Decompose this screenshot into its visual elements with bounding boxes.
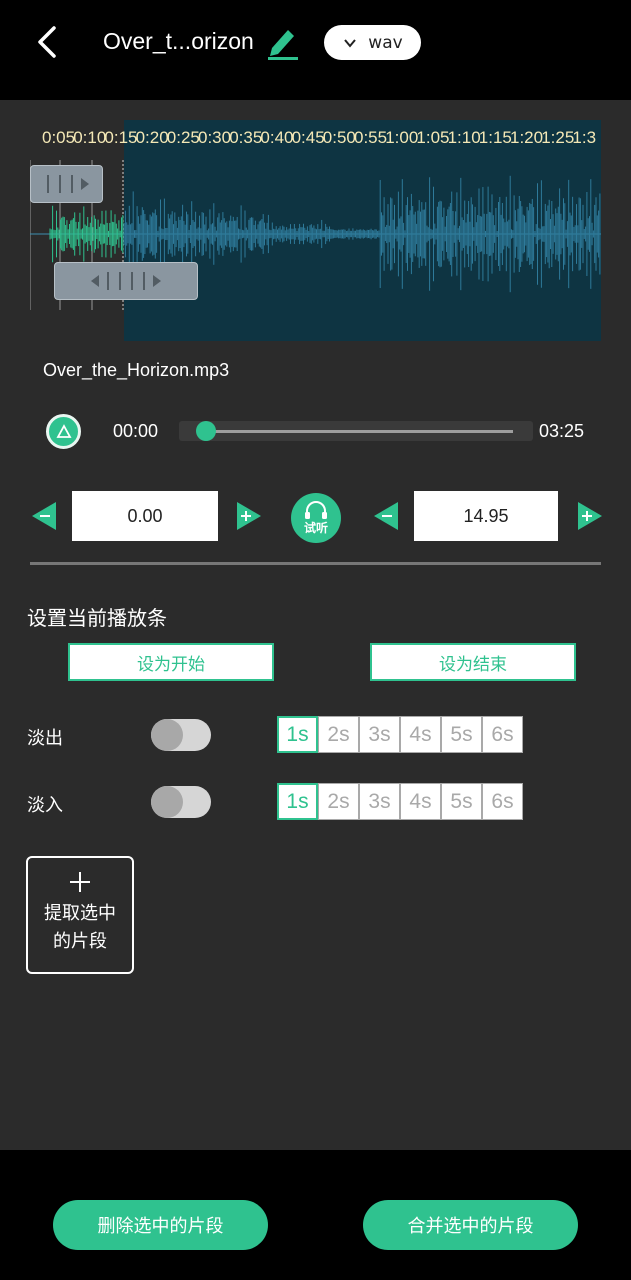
fade-out-label: 淡出 <box>27 728 63 749</box>
time-tick: 0:20 <box>135 128 169 147</box>
start-handle[interactable] <box>30 165 103 203</box>
set-start-button[interactable]: 设为开始 <box>68 643 274 681</box>
back-arrow-icon[interactable] <box>30 22 70 62</box>
triangle-right-icon <box>80 178 89 190</box>
format-value: wav <box>368 32 403 53</box>
fade-in-toggle[interactable] <box>151 786 211 818</box>
chevron-down-icon <box>344 38 357 48</box>
toggle-knob <box>151 786 183 818</box>
triangle-left-icon <box>91 275 99 287</box>
fade-out-toggle[interactable] <box>151 719 211 751</box>
end-decrease-button[interactable] <box>372 501 402 531</box>
play-icon <box>55 423 72 438</box>
total-time: 03:25 <box>539 421 585 441</box>
time-tick: 0:10 <box>73 128 107 147</box>
fade-out-4s[interactable]: 4s <box>400 716 441 753</box>
fade-in-2s[interactable]: 2s <box>318 783 359 820</box>
time-tick: 0:25 <box>166 128 200 147</box>
current-time: 00:00 <box>113 421 159 441</box>
time-tick: 1:25 <box>541 128 575 147</box>
fade-in-3s[interactable]: 3s <box>359 783 400 820</box>
divider <box>30 562 601 565</box>
section-title: 设置当前播放条 <box>27 606 167 630</box>
pencil-icon[interactable] <box>264 22 302 62</box>
triangle-right-icon <box>153 275 161 287</box>
fade-out-1s[interactable]: 1s <box>277 716 318 753</box>
start-increase-button[interactable] <box>233 501 263 531</box>
time-tick: 1:3 <box>572 128 597 147</box>
time-tick: 1:15 <box>478 128 512 147</box>
seek-track <box>199 430 513 433</box>
file-title: Over_t...orizon <box>103 28 254 54</box>
merge-selection-button[interactable]: 合并选中的片段 <box>363 1200 578 1250</box>
time-tick: 0:55 <box>354 128 388 147</box>
listen-button[interactable]: 试听 <box>291 493 341 543</box>
time-tick: 0:40 <box>260 128 294 147</box>
time-tick: 0:05 <box>42 128 76 147</box>
time-tick: 0:35 <box>229 128 263 147</box>
time-tick: 0:45 <box>291 128 325 147</box>
set-end-button[interactable]: 设为结束 <box>370 643 576 681</box>
delete-selection-button[interactable]: 删除选中的片段 <box>53 1200 268 1250</box>
fade-out-5s[interactable]: 5s <box>441 716 482 753</box>
fade-in-durations: 1s 2s 3s 4s 5s 6s <box>277 783 523 820</box>
waveform-view[interactable]: 0:05 0:10 0:15 0:20 0:25 0:30 0:35 0:40 0:45 0:50… <box>30 120 601 341</box>
plus-icon <box>70 872 90 892</box>
toggle-knob <box>151 719 183 751</box>
seek-thumb[interactable] <box>196 421 216 441</box>
time-tick: 1:10 <box>447 128 481 147</box>
start-time-field[interactable]: 0.00 <box>72 491 218 541</box>
time-tick: 1:00 <box>385 128 419 147</box>
editor-panel: 0:05 0:10 0:15 0:20 0:25 0:30 0:35 0:40 0:45 0:50… <box>0 100 631 1150</box>
play-button[interactable] <box>46 414 81 449</box>
end-handle[interactable] <box>54 262 198 300</box>
fade-out-durations: 1s 2s 3s 4s 5s 6s <box>277 716 523 753</box>
time-tick: 1:20 <box>510 128 544 147</box>
bottom-bar: 删除选中的片段 合并选中的片段 <box>0 1150 631 1280</box>
extract-selection-button[interactable]: 提取选中的片段 <box>26 856 134 974</box>
time-ruler: 0:05 0:10 0:15 0:20 0:25 0:30 0:35 0:40 0:45 0:50… <box>42 128 601 152</box>
seek-bar[interactable] <box>179 421 533 441</box>
file-name: Over_the_Horizon.mp3 <box>43 360 230 380</box>
fade-out-6s[interactable]: 6s <box>482 716 523 753</box>
extract-label: 提取选中的片段 <box>44 903 116 952</box>
format-select[interactable]: wav <box>324 25 421 60</box>
top-bar: Over_t...orizon wav <box>0 0 631 100</box>
fade-in-5s[interactable]: 5s <box>441 783 482 820</box>
headphones-icon <box>305 500 327 519</box>
fade-in-6s[interactable]: 6s <box>482 783 523 820</box>
fade-in-1s[interactable]: 1s <box>277 783 318 820</box>
time-tick: 1:05 <box>416 128 450 147</box>
fade-in-label: 淡入 <box>27 795 63 816</box>
listen-label: 试听 <box>303 520 328 535</box>
end-increase-button[interactable] <box>574 501 604 531</box>
fade-out-3s[interactable]: 3s <box>359 716 400 753</box>
start-decrease-button[interactable] <box>30 501 60 531</box>
time-tick: 0:30 <box>198 128 232 147</box>
time-tick: 0:15 <box>104 128 138 147</box>
fade-out-2s[interactable]: 2s <box>318 716 359 753</box>
time-tick: 0:50 <box>322 128 356 147</box>
end-time-field[interactable]: 14.95 <box>414 491 558 541</box>
fade-in-4s[interactable]: 4s <box>400 783 441 820</box>
